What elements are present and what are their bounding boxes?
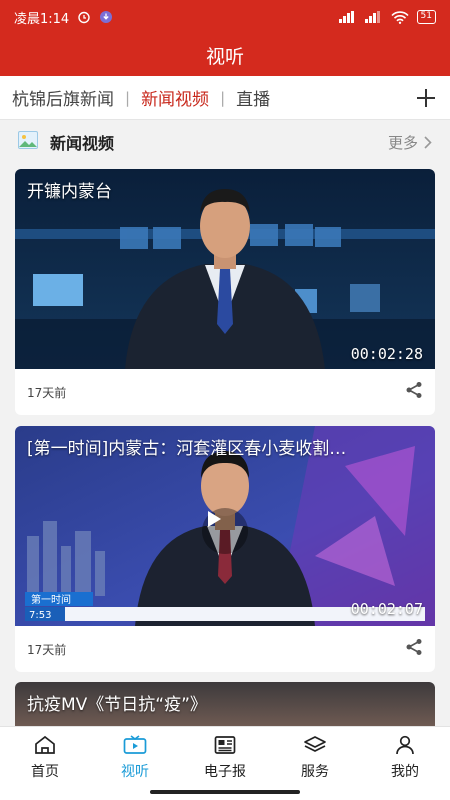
more-link[interactable]: 更多 [388,132,432,153]
share-icon[interactable] [405,638,423,660]
play-icon [208,511,221,527]
wifi-icon [390,10,409,24]
nav-home[interactable]: 首页 [0,727,90,800]
video-meta: 17天前 [15,626,435,672]
add-channel-icon[interactable] [414,86,438,110]
nav-label: 电子报 [204,764,246,780]
signal-icon [338,11,357,23]
user-icon [396,735,414,755]
nav-label: 首页 [31,764,59,780]
more-label: 更多 [387,133,418,152]
layers-icon [304,736,326,752]
tab-hangjinhouqi-news[interactable]: 杭锦后旗新闻 [12,85,114,110]
video-card[interactable]: 开镰内蒙台 00:02:28 17天前 [15,169,435,415]
category-tabs: 杭锦后旗新闻 | 新闻视频 | 直播 [0,76,450,120]
signal-2-icon [364,11,383,23]
bottom-nav: 首页 视听 电子报 服务 我的 [0,726,450,800]
newspaper-icon [214,736,236,754]
svg-text:7:53: 7:53 [29,610,51,621]
tab-divider: | [220,88,226,107]
video-thumbnail[interactable]: 开镰内蒙台 00:02:28 [15,169,435,369]
share-icon[interactable] [405,381,423,403]
section-title: 新闻视频 [50,134,115,153]
tab-live[interactable]: 直播 [236,85,270,110]
play-button[interactable] [202,508,248,554]
download-icon [99,10,113,24]
header: 视听 [0,34,450,76]
video-duration: 00:02:28 [350,345,423,363]
home-indicator [150,790,300,794]
video-age: 17天前 [27,642,67,657]
video-title: [第一时间]内蒙古：河套灌区春小麦收割… [27,439,347,459]
video-duration: 00:02:07 [350,600,423,618]
svg-text:第一时间: 第一时间 [31,593,71,606]
video-title: 抗疫MV《节日抗“疫”》 [27,695,207,715]
video-meta: 17天前 [15,369,435,415]
tab-divider: | [125,88,131,107]
nav-label: 我的 [391,764,419,780]
nav-label: 视听 [121,764,149,780]
video-card[interactable]: 抗疫MV《节日抗“疫”》 [15,682,435,726]
chevron-right-icon [424,135,432,149]
nav-mine[interactable]: 我的 [360,727,450,800]
video-thumbnail[interactable]: 抗疫MV《节日抗“疫”》 [15,682,435,726]
video-age: 17天前 [27,385,67,400]
image-icon [18,131,38,153]
video-title: 开镰内蒙台 [27,182,112,202]
status-time: 凌晨1:14 [14,11,70,27]
page-title: 视听 [205,45,244,68]
alarm-icon [77,10,91,24]
home-icon [35,735,55,754]
battery-indicator: 51 [416,10,436,24]
video-thumbnail[interactable]: 第一时间 7:53 [第一时间]内蒙古：河套灌区春小麦收割… 00:02:07 [15,426,435,626]
nav-label: 服务 [301,764,329,780]
section-header: 新闻视频 更多 [0,120,450,164]
tab-news-video[interactable]: 新闻视频 [141,85,209,110]
status-bar: 凌晨1:14 51 [0,0,450,34]
video-card[interactable]: 第一时间 7:53 [第一时间]内蒙古：河套灌区春小麦收割… 00:02:07 … [15,426,435,672]
tv-icon [123,735,147,754]
